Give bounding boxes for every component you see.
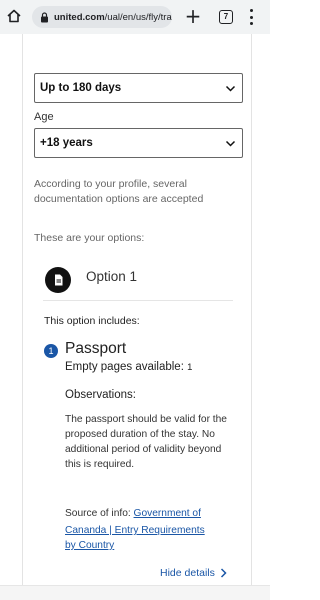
chevron-down-icon (225, 140, 236, 147)
divider (43, 300, 233, 301)
chevron-down-icon (225, 85, 236, 92)
menu-icon[interactable] (248, 9, 254, 25)
home-icon[interactable] (6, 8, 22, 24)
empty-pages-value: 1 (187, 362, 193, 373)
chevron-right-icon (220, 568, 227, 578)
hide-details-button[interactable]: Hide details (160, 567, 227, 579)
lock-icon (41, 11, 48, 22)
url-text: united.com/ual/en/us/fly/tra (54, 11, 172, 23)
browser-toolbar: united.com/ual/en/us/fly/tra + 7 (0, 0, 270, 34)
bottom-bar (0, 585, 270, 600)
age-label: Age (34, 111, 54, 123)
option-title: Option 1 (86, 269, 138, 284)
empty-pages-line: Empty pages available: 1 (65, 361, 192, 373)
plus-icon[interactable]: + (183, 6, 203, 27)
source-label: Source of info: (65, 508, 131, 519)
option-includes-label: This option includes: (44, 315, 140, 327)
observations-text: The passport should be valid for the pro… (65, 414, 227, 470)
stay-duration-value: Up to 180 days (40, 82, 122, 94)
travel-requirements-panel: Up to 180 days Age +18 years According t… (22, 34, 252, 585)
item-number-badge: 1 (44, 344, 58, 358)
document-icon (45, 267, 71, 293)
options-intro: These are your options: (34, 232, 145, 244)
stay-duration-select[interactable]: Up to 180 days (34, 73, 243, 103)
tabs-icon[interactable]: 7 (219, 10, 233, 24)
empty-pages-label: Empty pages available: (65, 361, 184, 373)
profile-note: According to your profile, several docum… (34, 178, 204, 205)
source-info: Source of info: Government of Cananda | E… (65, 504, 235, 553)
hide-details-label: Hide details (160, 567, 215, 579)
age-value: +18 years (40, 137, 93, 149)
document-name: Passport (65, 340, 127, 357)
address-bar[interactable]: united.com/ual/en/us/fly/tra (32, 6, 172, 28)
age-select[interactable]: +18 years (34, 128, 243, 158)
observations-title: Observations: (65, 389, 136, 401)
